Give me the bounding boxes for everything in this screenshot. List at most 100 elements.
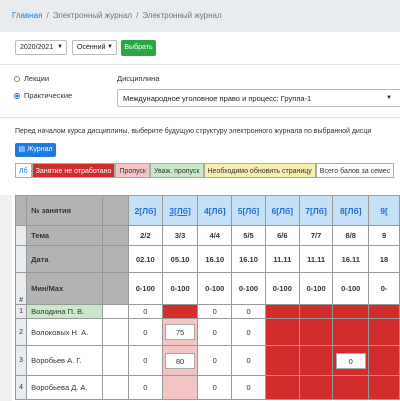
grade-cell[interactable]	[161, 375, 199, 400]
topic-cell: 6/6	[264, 225, 300, 246]
grade-cell[interactable]: 0	[197, 304, 233, 319]
spacer-cell	[102, 375, 129, 400]
year-select[interactable]: 2020/2021 ▼	[15, 40, 67, 55]
grade-cell[interactable]	[298, 375, 334, 400]
topic-cell: 5/5	[231, 225, 266, 246]
grade-cell[interactable]: 0	[127, 345, 163, 376]
legend-excused: Уваж. пропуск	[149, 163, 204, 178]
table-row: 3 Воробьев А. Г. 0 80 0 0 0	[14, 345, 400, 376]
lesson-header[interactable]: 9[	[368, 195, 400, 226]
vertical-scrollbar[interactable]	[0, 195, 12, 401]
grade-cell[interactable]: 0	[231, 318, 266, 346]
grade-cell[interactable]	[368, 375, 400, 400]
chevron-down-icon: ▼	[386, 95, 392, 101]
grade-cell[interactable]: 0	[197, 318, 233, 346]
minmax-cell: 0-100	[127, 272, 163, 305]
table-row: 4 Воробьева Д. А. 0 0 0	[14, 375, 400, 400]
grade-cell[interactable]: 0	[231, 304, 266, 319]
row-number: 2	[14, 318, 28, 346]
grade-cell[interactable]: 0	[231, 345, 266, 376]
discipline-select[interactable]: Международное уголовное право и процесс:…	[117, 89, 400, 107]
grade-cell[interactable]	[298, 318, 334, 346]
header-spacer	[102, 225, 129, 246]
lesson-header-link[interactable]: 3[Лб]	[169, 206, 191, 216]
practical-radio-label: Практические	[24, 91, 73, 100]
grade-cell[interactable]: 0	[127, 375, 163, 400]
grade-input[interactable]: 0	[335, 352, 366, 369]
grade-cell[interactable]: 0	[231, 375, 266, 400]
grade-cell[interactable]: 0	[197, 345, 233, 376]
lectures-radio[interactable]: Лекции	[14, 74, 49, 83]
lesson-header[interactable]: 4[Лб]	[197, 195, 233, 226]
header-spacer	[102, 195, 129, 226]
radio-circle-icon	[14, 76, 20, 82]
breadcrumb-separator: /	[46, 11, 49, 20]
grade-cell[interactable]	[264, 318, 300, 346]
breadcrumb-home-link[interactable]: Главная	[12, 11, 42, 20]
topic-cell: 9	[368, 225, 400, 246]
grade-cell[interactable]: 0	[332, 345, 370, 376]
discipline-select-value: Международное уголовное право и процесс:…	[123, 94, 312, 103]
semester-select[interactable]: Осенний ▼	[72, 40, 117, 55]
row-gutter	[14, 245, 28, 273]
grade-cell[interactable]	[264, 375, 300, 400]
corner-cell	[14, 195, 28, 226]
grade-cell[interactable]: 0	[127, 304, 163, 319]
divider	[0, 117, 400, 118]
topic-cell: 7/7	[298, 225, 334, 246]
choose-button[interactable]: Выбрать	[121, 40, 156, 56]
grade-input[interactable]: 75	[165, 324, 196, 340]
spacer-cell	[102, 304, 129, 319]
lesson-header[interactable]: 6[Лб]	[264, 195, 300, 226]
grade-cell[interactable]	[368, 304, 400, 319]
student-name[interactable]: Володина П. В.	[26, 304, 104, 319]
grade-cell[interactable]	[298, 304, 334, 319]
row-gutter	[14, 225, 28, 246]
topic-cell: 4/4	[197, 225, 233, 246]
date-cell: 18	[368, 245, 400, 273]
grade-cell[interactable]	[298, 345, 334, 376]
grade-cell[interactable]	[264, 345, 300, 376]
topic-cell: 3/3	[161, 225, 199, 246]
date-label: Дата	[26, 245, 104, 273]
chevron-down-icon: ▼	[107, 44, 113, 50]
grade-cell[interactable]	[332, 318, 370, 346]
grade-input[interactable]: 80	[165, 352, 196, 369]
grade-cell[interactable]	[161, 304, 199, 319]
grade-cell[interactable]	[368, 345, 400, 376]
student-name[interactable]: Воробьева Д. А.	[26, 375, 104, 400]
lesson-header[interactable]: 7[Лб]	[298, 195, 334, 226]
grade-cell[interactable]: 80	[161, 345, 199, 376]
row-number: 3	[14, 345, 28, 376]
grade-cell[interactable]: 0	[197, 375, 233, 400]
student-name[interactable]: Волоковых Н. А.	[26, 318, 104, 346]
lesson-header[interactable]: 5[Лб]	[231, 195, 266, 226]
minmax-row: # Мин/Max 0-100 0-100 0-100 0-100 0-100 …	[14, 272, 400, 305]
breadcrumb-separator: /	[136, 11, 139, 20]
spacer-cell	[102, 345, 129, 376]
lesson-number-label: № занятия	[26, 195, 104, 226]
divider	[0, 64, 400, 65]
minmax-cell: 0-100	[197, 272, 233, 305]
grade-cell[interactable]	[264, 304, 300, 319]
date-cell: 05.10	[161, 245, 199, 273]
grade-cell[interactable]: 0	[127, 318, 163, 346]
lesson-header[interactable]: 2[Лб]	[127, 195, 163, 226]
date-cell: 16.10	[231, 245, 266, 273]
grade-cell[interactable]	[368, 318, 400, 346]
grade-cell[interactable]	[332, 375, 370, 400]
breadcrumb-current: Электронный журнал	[142, 11, 222, 20]
year-select-value: 2020/2021	[20, 44, 54, 51]
grade-cell[interactable]	[332, 304, 370, 319]
journal-icon: ▤	[18, 146, 27, 153]
student-name[interactable]: Воробьев А. Г.	[26, 345, 104, 376]
practical-radio[interactable]: Практические	[14, 91, 72, 100]
date-cell: 16.10	[197, 245, 233, 273]
breadcrumb-item[interactable]: Электронный журнал	[53, 11, 132, 20]
grade-cell[interactable]: 75	[161, 318, 199, 346]
lesson-header[interactable]: 8[Лб]	[332, 195, 370, 226]
journal-button[interactable]: ▤ Журнал	[15, 143, 56, 157]
lesson-header[interactable]: 3[Лб]	[161, 195, 199, 226]
minmax-cell: 0-100	[231, 272, 266, 305]
minmax-cell: 0-100	[161, 272, 199, 305]
